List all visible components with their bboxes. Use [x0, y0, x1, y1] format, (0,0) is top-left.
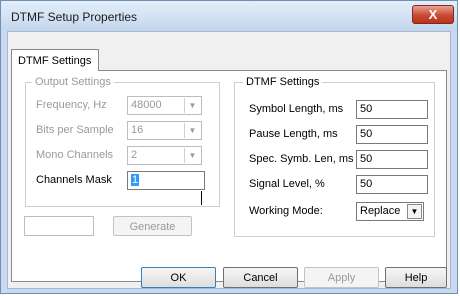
frequency-value: 48000 — [131, 99, 162, 111]
help-button[interactable]: Help — [385, 267, 447, 288]
frequency-label: Frequency, Hz — [36, 99, 107, 111]
channels-mask-value: 1 — [131, 174, 140, 186]
channels-mask-label: Channels Mask — [36, 174, 112, 186]
window-title: DTMF Setup Properties — [11, 10, 138, 24]
signal-level-label: Signal Level, % — [249, 178, 325, 190]
cancel-button[interactable]: Cancel — [223, 267, 298, 288]
channels-mask-input[interactable]: 1 — [127, 171, 205, 190]
bits-per-sample-select[interactable]: 16 ▼ — [127, 121, 202, 140]
mono-channels-select[interactable]: 2 ▼ — [127, 146, 202, 165]
dialog-client: DTMF Settings Output Settings Frequency,… — [7, 31, 451, 289]
mono-channels-label: Mono Channels — [36, 149, 114, 161]
symbol-length-label: Symbol Length, ms — [249, 103, 344, 115]
chevron-down-icon: ▼ — [184, 148, 200, 163]
working-mode-select[interactable]: Replace ▼ — [356, 202, 424, 221]
bits-per-sample-value: 16 — [131, 124, 144, 136]
mono-channels-value: 2 — [131, 149, 138, 161]
output-settings-legend: Output Settings — [32, 76, 114, 88]
dtmf-settings-legend: DTMF Settings — [243, 76, 323, 88]
tab-label: DTMF Settings — [18, 55, 92, 67]
text-cursor — [201, 191, 202, 205]
symbol-length-input[interactable]: 50 — [356, 100, 428, 119]
signal-level-value: 50 — [360, 178, 373, 190]
working-mode-value: Replace — [360, 205, 401, 217]
dtmf-settings-group: DTMF Settings Symbol Length, ms 50 Pause… — [234, 76, 435, 237]
cancel-button-label: Cancel — [243, 272, 278, 284]
title-bar[interactable]: DTMF Setup Properties X — [1, 1, 457, 31]
close-icon: X — [428, 7, 438, 22]
ok-button[interactable]: OK — [141, 267, 216, 288]
apply-button-label: Apply — [327, 272, 356, 284]
symbol-length-value: 50 — [360, 103, 373, 115]
generate-input[interactable] — [24, 216, 94, 236]
chevron-down-icon: ▼ — [184, 123, 200, 138]
chevron-down-icon: ▼ — [407, 204, 422, 219]
tab-panel: Output Settings Frequency, Hz 48000 ▼ Bi… — [11, 70, 447, 282]
output-settings-group: Output Settings Frequency, Hz 48000 ▼ Bi… — [25, 76, 220, 207]
ok-button-label: OK — [170, 272, 187, 284]
apply-button[interactable]: Apply — [304, 267, 379, 288]
help-button-label: Help — [404, 272, 428, 284]
dialog-window: DTMF Setup Properties X DTMF Settings Ou… — [0, 0, 458, 294]
signal-level-input[interactable]: 50 — [356, 175, 428, 194]
bits-per-sample-label: Bits per Sample — [36, 124, 114, 136]
pause-length-input[interactable]: 50 — [356, 125, 428, 144]
tab-dtmf-settings[interactable]: DTMF Settings — [11, 49, 99, 71]
spec-symb-len-value: 50 — [360, 153, 373, 165]
generate-button-label: Generate — [129, 221, 176, 233]
spec-symb-len-label: Spec. Symb. Len, ms — [249, 153, 354, 165]
working-mode-label: Working Mode: — [249, 205, 323, 217]
chevron-down-icon: ▼ — [184, 98, 200, 113]
pause-length-label: Pause Length, ms — [249, 128, 338, 140]
frequency-select[interactable]: 48000 ▼ — [127, 96, 202, 115]
close-button[interactable]: X — [412, 5, 454, 24]
pause-length-value: 50 — [360, 128, 373, 140]
spec-symb-len-input[interactable]: 50 — [356, 150, 428, 169]
generate-button[interactable]: Generate — [113, 216, 192, 236]
